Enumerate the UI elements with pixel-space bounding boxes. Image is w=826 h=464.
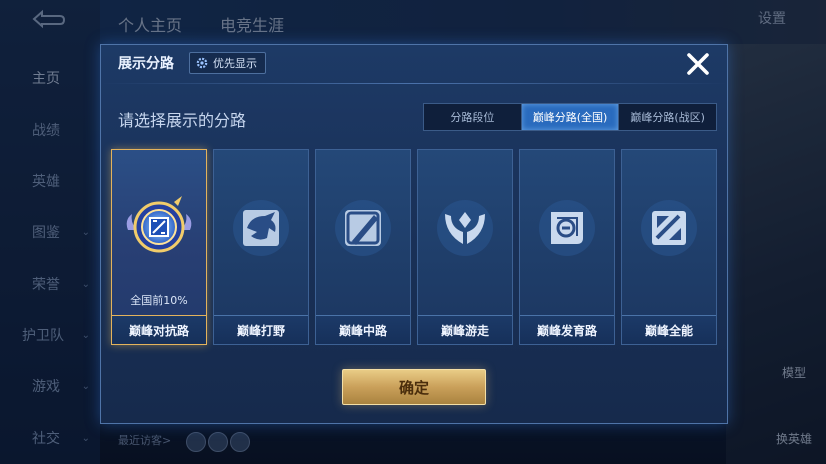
farm-lane-icon xyxy=(539,200,595,256)
lane-card-label: 巅峰打野 xyxy=(214,315,308,344)
lane-card-label: 巅峰对抗路 xyxy=(112,315,206,344)
lane-display-dialog: 展示分路 优先显示 请选择展示的分路 分路段位 巅峰分路(全国) 巅峰分路(战区… xyxy=(100,44,728,424)
jungle-dragon-icon xyxy=(233,200,289,256)
lane-card-all-round[interactable]: 巅峰全能 xyxy=(621,149,717,345)
lane-card-label: 巅峰发育路 xyxy=(520,315,614,344)
lane-card-mid[interactable]: 巅峰中路 xyxy=(315,149,411,345)
lane-card-label: 巅峰中路 xyxy=(316,315,410,344)
dialog-subtitle: 请选择展示的分路 xyxy=(118,111,247,130)
lane-rank-text: 全国前10% xyxy=(130,294,188,307)
confirm-button[interactable]: 确定 xyxy=(342,369,486,405)
divider xyxy=(101,83,727,84)
lane-card-label: 巅峰全能 xyxy=(622,315,716,344)
all-round-icon xyxy=(641,200,697,256)
segment-lane-rank[interactable]: 分路段位 xyxy=(424,104,522,130)
priority-display-label: 优先显示 xyxy=(213,57,257,70)
gear-icon xyxy=(196,57,208,69)
lane-card-list: 全国前10% 巅峰对抗路 巅峰打野 巅峰中路 巅峰游走 巅峰发育路 巅峰全能 xyxy=(111,149,717,345)
close-icon[interactable] xyxy=(685,51,711,77)
segment-peak-national[interactable]: 巅峰分路(全国) xyxy=(521,104,620,130)
priority-display-button[interactable]: 优先显示 xyxy=(189,52,266,74)
segment-label: 分路段位 xyxy=(450,111,495,124)
lane-scope-segmented-control: 分路段位 巅峰分路(全国) 巅峰分路(战区) xyxy=(423,103,717,131)
lane-card-label: 巅峰游走 xyxy=(418,315,512,344)
roam-wings-icon xyxy=(437,200,493,256)
lane-card-farm[interactable]: 巅峰发育路 xyxy=(519,149,615,345)
segment-label: 巅峰分路(战区) xyxy=(630,111,705,124)
lane-card-roam[interactable]: 巅峰游走 xyxy=(417,149,513,345)
segment-label: 巅峰分路(全国) xyxy=(532,111,608,124)
segment-peak-region[interactable]: 巅峰分路(战区) xyxy=(619,104,716,130)
lane-card-clash[interactable]: 全国前10% 巅峰对抗路 xyxy=(111,149,207,345)
mid-lane-icon xyxy=(335,200,391,256)
lane-card-jungle[interactable]: 巅峰打野 xyxy=(213,149,309,345)
dialog-title: 展示分路 xyxy=(118,56,174,72)
clash-lane-icon xyxy=(126,196,192,253)
